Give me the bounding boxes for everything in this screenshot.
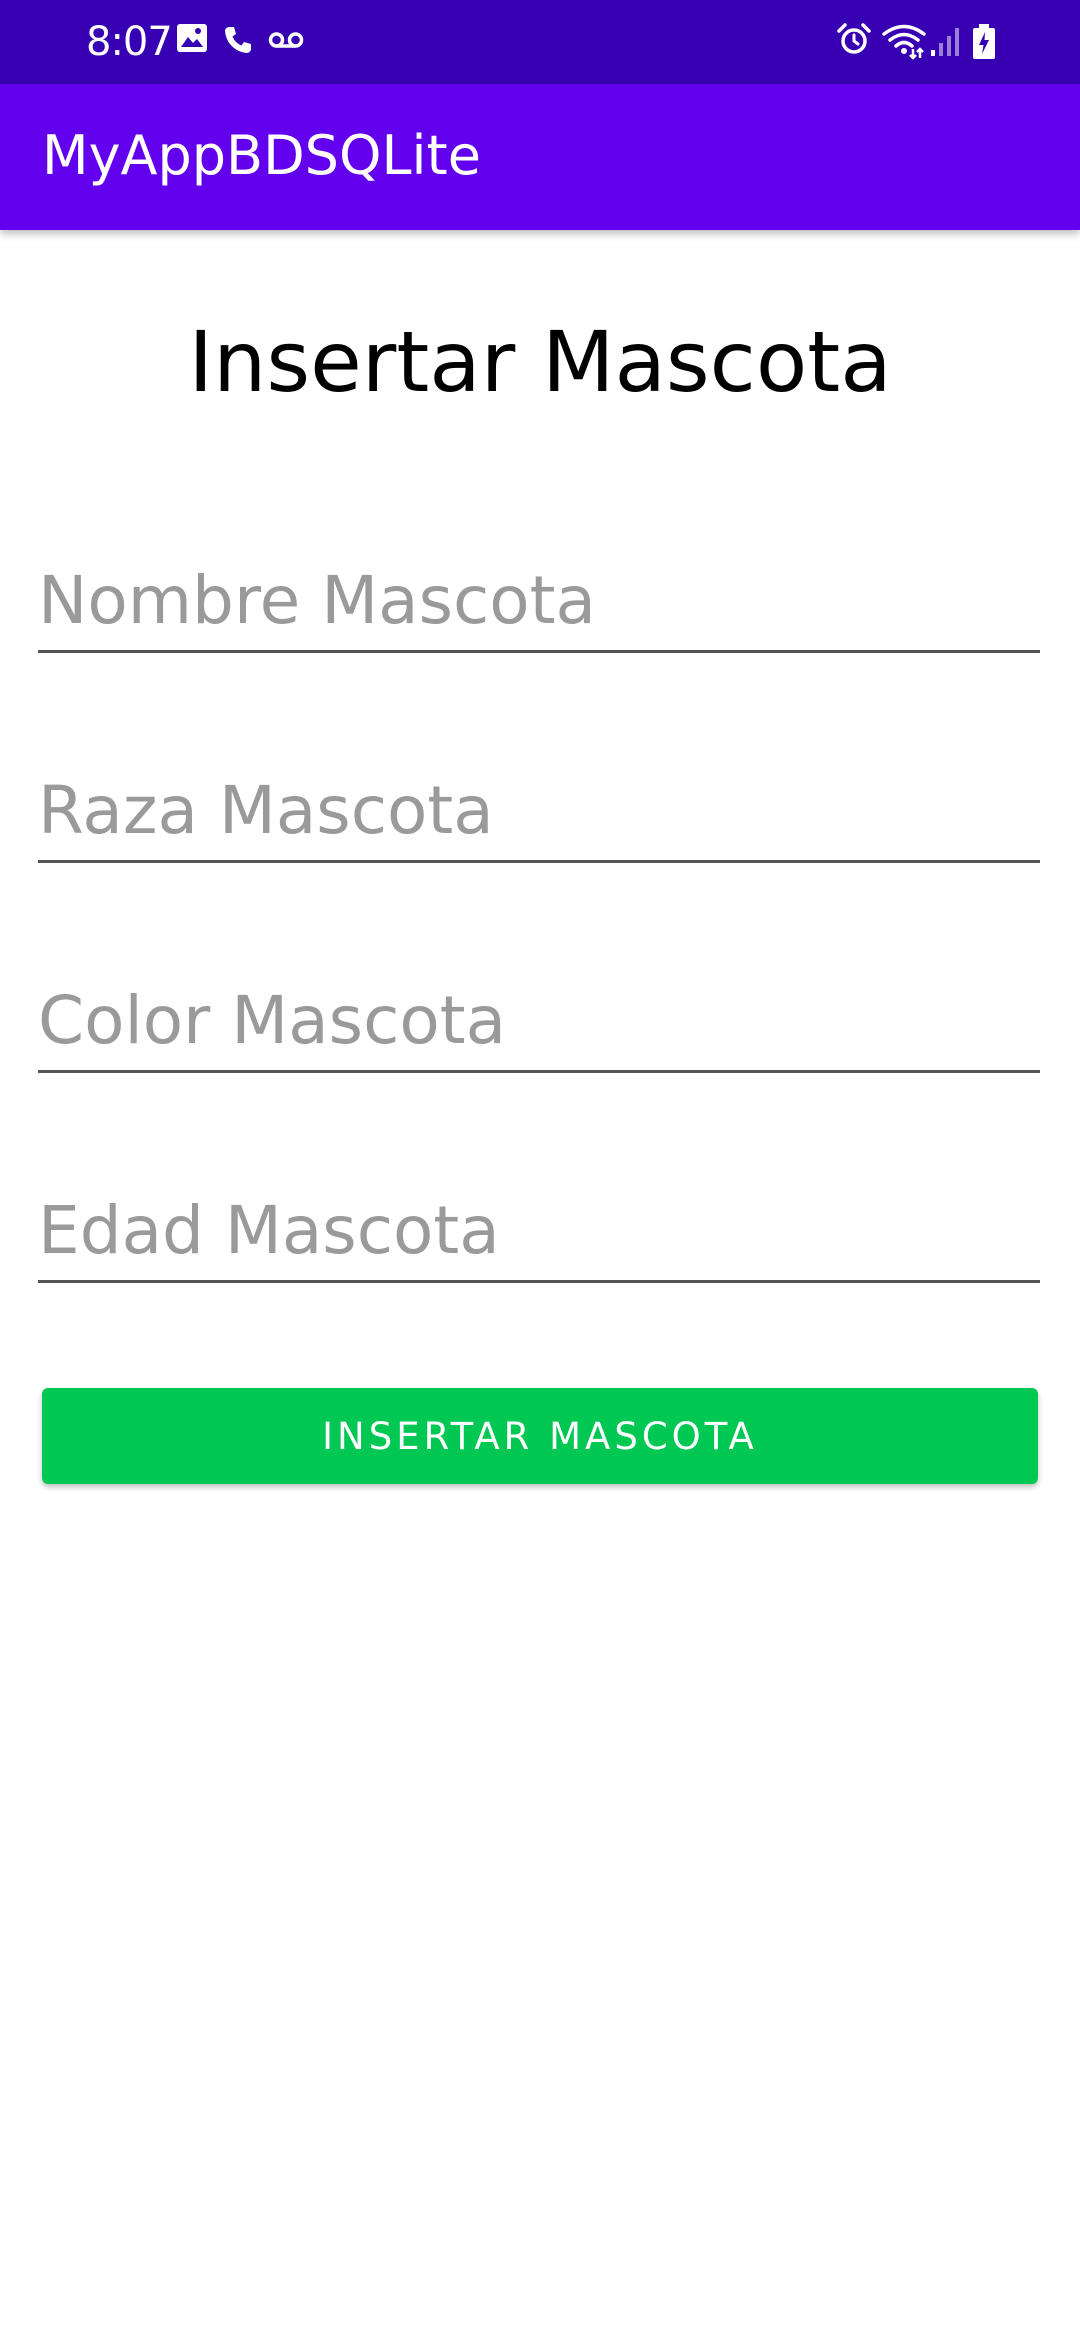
raza-mascota-field-container [38, 762, 1040, 863]
insertar-mascota-button[interactable]: INSERTAR MASCOTA [42, 1388, 1038, 1484]
phone-icon [225, 27, 251, 53]
wifi-icon [882, 24, 926, 60]
gallery-icon [177, 24, 207, 52]
color-mascota-input[interactable] [38, 972, 1040, 1068]
status-bar: 8:07 [0, 0, 1080, 84]
voicemail-icon [268, 32, 304, 48]
app-bar: MyAppBDSQLite [0, 84, 1080, 230]
edad-mascota-input[interactable] [38, 1182, 1040, 1278]
nombre-mascota-field-container [38, 552, 1040, 653]
status-time: 8:07 [86, 19, 173, 65]
edad-mascota-field-container [38, 1182, 1040, 1283]
nombre-mascota-input[interactable] [38, 552, 1040, 648]
signal-icon [931, 28, 959, 56]
battery-icon [973, 24, 995, 59]
app-title: MyAppBDSQLite [42, 124, 481, 187]
color-mascota-field-container [38, 972, 1040, 1073]
page-title: Insertar Mascota [188, 313, 892, 411]
alarm-icon [837, 23, 871, 54]
raza-mascota-input[interactable] [38, 762, 1040, 858]
